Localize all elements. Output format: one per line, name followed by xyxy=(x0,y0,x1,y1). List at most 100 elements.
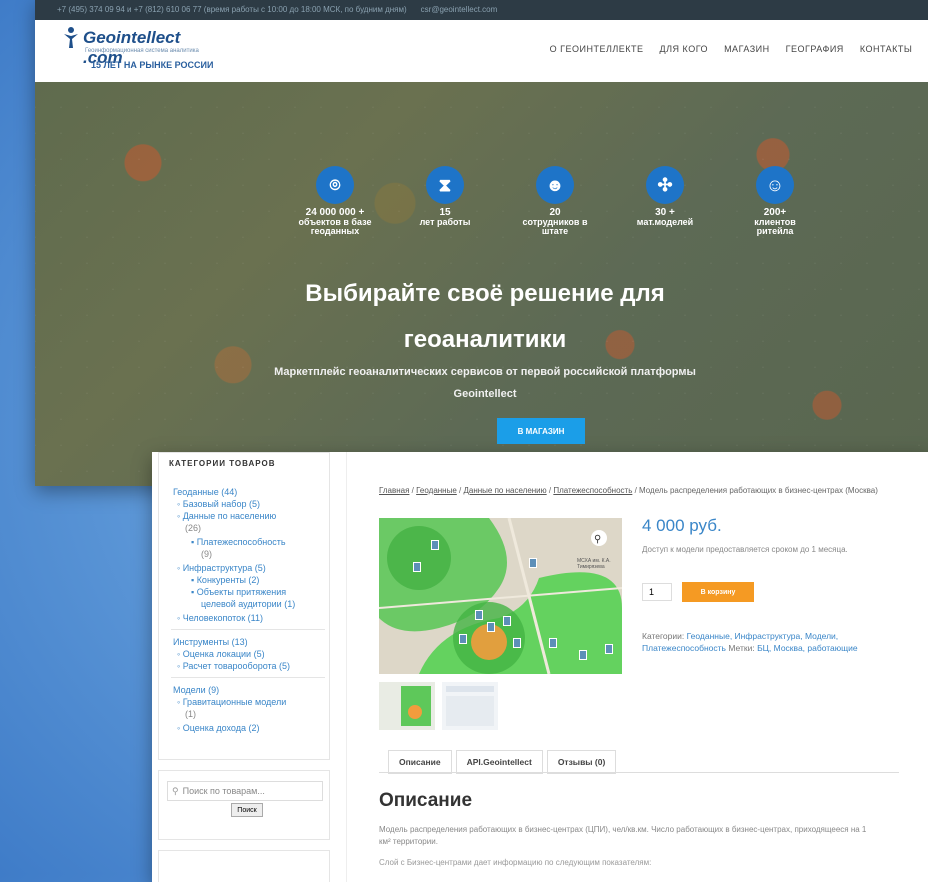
site-logo[interactable]: Geointellect .com Геоинформационная сист… xyxy=(61,26,221,80)
network-icon: ✣ xyxy=(646,166,684,204)
category-income[interactable]: ◦ Оценка дохода (2) xyxy=(177,723,259,733)
product-thumbnail[interactable] xyxy=(379,682,435,730)
stat-label: лет работы xyxy=(419,217,471,227)
search-placeholder: Поиск по товарам... xyxy=(182,786,265,796)
map-marker-icon xyxy=(475,610,483,620)
product-tabs: Описание API.Geointellect Отзывы (0) xyxy=(388,750,617,774)
map-marker-icon xyxy=(549,638,557,648)
nav-shop[interactable]: МАГАЗИН xyxy=(724,44,770,54)
category-attraction[interactable]: ▪ Объекты притяжения xyxy=(191,587,286,597)
stat-item: ⌾ 24 000 000 + объектов в базе геоданных xyxy=(295,166,375,236)
nav-contacts[interactable]: КОНТАКТЫ xyxy=(860,44,913,54)
nav-about[interactable]: О ГЕОИНТЕЛЛЕКТЕ xyxy=(550,44,644,54)
thumbnail-graphic xyxy=(379,682,435,730)
search-input[interactable]: ⚲ Поиск по товарам... xyxy=(167,781,323,801)
hero-subtitle: Маркетплейс геоаналитических сервисов от… xyxy=(274,366,696,378)
meta-tags[interactable]: БЦ, Москва, работающие xyxy=(757,643,858,653)
categories-widget: КАТЕГОРИИ ТОВАРОВ Геоданные (44) ◦ Базов… xyxy=(158,452,330,760)
category-count: (1) xyxy=(185,709,196,719)
category-count: (26) xyxy=(185,523,202,533)
category-footfall[interactable]: ◦ Человекопоток (11) xyxy=(177,613,263,623)
add-to-cart-button[interactable]: В корзину xyxy=(682,582,754,602)
description-text: Модель распределения работающих в бизнес… xyxy=(379,825,867,846)
map-marker-icon xyxy=(487,622,495,632)
stat-item: ☺ 200+ клиентов ритейла xyxy=(735,166,815,236)
logo-subtitle: 15 ЛЕТ НА РЫНКЕ РОССИИ xyxy=(91,60,214,70)
stat-label: сотрудников в штате xyxy=(522,217,588,236)
breadcrumb-current: Модель распределения работающих в бизнес… xyxy=(639,486,878,495)
hourglass-icon: ⧗ xyxy=(426,166,464,204)
category-infrastructure[interactable]: ◦ Инфраструктура (5) xyxy=(177,563,266,573)
category-geodata[interactable]: Геоданные (44) xyxy=(173,487,237,497)
stat-label: объектов в базе геоданных xyxy=(298,217,372,236)
search-icon: ⚲ xyxy=(172,785,179,796)
email-text[interactable]: csr@geointellect.com xyxy=(421,5,498,14)
main-nav: О ГЕОИНТЕЛЛЕКТЕ ДЛЯ КОГО МАГАЗИН ГЕОГРАФ… xyxy=(550,44,928,54)
thumbnail-graphic xyxy=(442,682,498,730)
divider xyxy=(171,677,325,678)
category-gravity[interactable]: ◦ Гравитационные модели xyxy=(177,697,286,707)
svg-text:⚲: ⚲ xyxy=(594,534,601,545)
map-place-label: МСХА им. К.А. Тимирязева xyxy=(577,558,611,570)
breadcrumb-solvency[interactable]: Платежеспособность xyxy=(553,486,632,495)
tab-reviews[interactable]: Отзывы (0) xyxy=(546,750,617,774)
description-heading: Описание xyxy=(379,790,473,811)
tab-description[interactable]: Описание xyxy=(388,750,452,774)
homepage-screenshot: +7 (495) 374 09 94 и +7 (812) 610 06 77 … xyxy=(35,0,928,486)
quantity-input[interactable]: 1 xyxy=(642,583,672,601)
meta-categories-label: Категории: xyxy=(642,631,685,641)
logo-tagline: Геоинформационная система аналитика xyxy=(85,48,199,54)
map-marker-icon xyxy=(513,638,521,648)
category-turnover[interactable]: ◦ Расчет товарооборота (5) xyxy=(177,661,290,671)
stat-item: ☻ 20 сотрудников в штате xyxy=(515,166,595,236)
map-pin-icon: ⌾ xyxy=(316,166,354,204)
tab-api[interactable]: API.Geointellect xyxy=(455,750,543,774)
category-attraction-line2[interactable]: целевой аудитории (1) xyxy=(201,599,295,609)
category-tools[interactable]: Инструменты (13) xyxy=(173,637,248,647)
hero-banner: ⌾ 24 000 000 + объектов в базе геоданных… xyxy=(35,82,928,486)
hero-subtitle-line2: Geointellect xyxy=(453,388,517,400)
product-map-image[interactable]: ⚲ МСХА им. К.А. Тимирязева xyxy=(379,518,622,674)
breadcrumb: Главная / Геоданные / Данные по населени… xyxy=(379,486,878,495)
phone-text: +7 (495) 374 09 94 и +7 (812) 610 06 77 … xyxy=(57,4,407,14)
stats-row: ⌾ 24 000 000 + объектов в базе геоданных… xyxy=(295,166,815,236)
hero-title: Выбирайте своё решение для xyxy=(305,280,665,307)
map-marker-icon xyxy=(459,634,467,644)
stat-label: клиентов ритейла xyxy=(754,217,796,236)
category-location[interactable]: ◦ Оценка локации (5) xyxy=(177,649,265,659)
map-marker-icon xyxy=(529,558,537,568)
stat-label: мат.моделей xyxy=(636,217,694,227)
map-marker-icon xyxy=(503,616,511,626)
meta-tags-label: Метки: xyxy=(728,643,755,653)
category-count: (9) xyxy=(201,549,212,559)
map-marker-icon xyxy=(431,540,439,550)
shop-button[interactable]: В МАГАЗИН xyxy=(497,418,585,444)
breadcrumb-population[interactable]: Данные по населению xyxy=(463,486,546,495)
stat-item: ✣ 30 + мат.моделей xyxy=(625,166,705,236)
contact-bar: +7 (495) 374 09 94 и +7 (812) 610 06 77 … xyxy=(35,0,928,20)
description-text: Слой с Бизнес-центрами дает информацию п… xyxy=(379,858,652,867)
breadcrumb-home[interactable]: Главная xyxy=(379,486,409,495)
category-population[interactable]: ◦ Данные по населению xyxy=(177,511,276,521)
breadcrumb-geodata[interactable]: Геоданные xyxy=(416,486,457,495)
nav-geography[interactable]: ГЕОГРАФИЯ xyxy=(786,44,844,54)
category-base-set[interactable]: ◦ Базовый набор (5) xyxy=(177,499,260,509)
product-meta: Категории: Геоданные, Инфраструктура, Мо… xyxy=(642,630,882,654)
product-thumbnail[interactable] xyxy=(442,682,498,730)
map-marker-icon xyxy=(579,650,587,660)
divider xyxy=(171,629,325,630)
nav-for-whom[interactable]: ДЛЯ КОГО xyxy=(660,44,709,54)
category-solvency[interactable]: ▪ Платежеспособность xyxy=(191,537,286,547)
categories-title: КАТЕГОРИИ ТОВАРОВ xyxy=(169,459,276,468)
product-page-screenshot: КАТЕГОРИИ ТОВАРОВ Геоданные (44) ◦ Базов… xyxy=(152,452,928,882)
divider xyxy=(379,772,899,773)
search-widget: ⚲ Поиск по товарам... Поиск xyxy=(158,770,330,840)
access-note: Доступ к модели предоставляется сроком д… xyxy=(642,545,848,554)
category-competitors[interactable]: ▪ Конкуренты (2) xyxy=(191,575,259,585)
search-button[interactable]: Поиск xyxy=(231,803,263,817)
category-models[interactable]: Модели (9) xyxy=(173,685,219,695)
hero-title-line2: геоаналитики xyxy=(403,326,567,353)
product-price: 4 000 руб. xyxy=(642,516,722,535)
sidebar-widget xyxy=(158,850,330,882)
logo-figure-icon xyxy=(64,27,78,48)
